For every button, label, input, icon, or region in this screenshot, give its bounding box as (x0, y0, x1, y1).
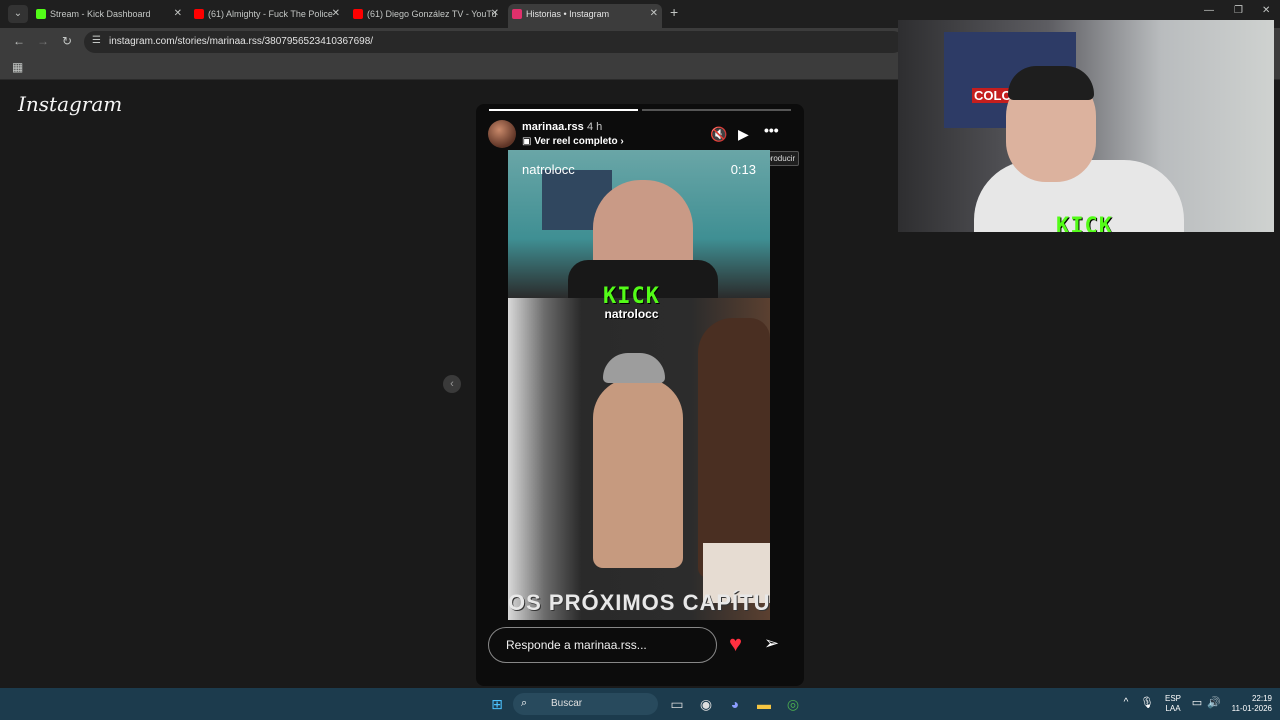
instagram-icon (512, 9, 522, 19)
window-close-icon[interactable]: ✕ (1262, 5, 1270, 16)
webcam-overlay: COLO-C KICK natrolocc (898, 20, 1274, 232)
search-icon: ⌕ (521, 697, 528, 709)
tab-search-icon[interactable]: ⌄ (8, 5, 28, 23)
taskbar-search[interactable]: ⌕ Buscar (513, 693, 658, 715)
keyboard-layout: LAA (1165, 704, 1181, 713)
reel-icon: ▣ (522, 136, 532, 147)
taskbar-search-label: Buscar (551, 698, 583, 709)
discord-icon[interactable]: ◕ (726, 696, 744, 712)
taskbar-clock[interactable]: 22:19 11-01-2026 (1226, 694, 1272, 714)
story-video[interactable]: natrolocc 0:13 KICK natrolocc OS PRÓXIMO… (508, 150, 770, 620)
forward-icon[interactable]: → (35, 34, 51, 48)
clock-date: 11-01-2026 (1231, 704, 1272, 713)
volume-icon[interactable]: 🔊 (1205, 696, 1223, 709)
muted-speaker-icon[interactable]: 🔇 (710, 126, 727, 143)
windows-start-icon[interactable]: ⊞ (488, 696, 506, 713)
youtube-icon (353, 9, 363, 19)
video-bottom-scene (508, 298, 770, 620)
story-progress-segment (642, 109, 791, 111)
language-code: ESP (1164, 694, 1181, 703)
tab-youtube-almighty[interactable]: (61) Almighty - Fuck The Police ✕ (190, 4, 344, 24)
tab-title: Historias • Instagram (526, 9, 610, 19)
close-icon[interactable]: ✕ (332, 4, 340, 24)
site-info-icon[interactable]: ☰ (92, 35, 101, 46)
story-username[interactable]: marinaa.rss (522, 121, 584, 133)
kick-watermark-brand: KICK (603, 284, 660, 309)
close-icon[interactable]: ✕ (174, 4, 182, 24)
obs-icon[interactable]: ◉ (697, 696, 715, 713)
tab-instagram-stories[interactable]: Historias • Instagram ✕ (508, 4, 662, 28)
kick-watermark: KICK natrolocc (603, 284, 660, 321)
close-icon[interactable]: ✕ (650, 4, 658, 24)
clock-time: 22:19 (1251, 694, 1272, 703)
file-explorer-icon[interactable]: ▬ (755, 696, 773, 712)
youtube-icon (194, 9, 204, 19)
task-view-icon[interactable]: ▭ (668, 696, 686, 713)
full-reel-label: Ver reel completo (534, 136, 618, 147)
tray-chevron-up-icon[interactable]: ^ (1117, 697, 1135, 708)
kick-icon (36, 9, 46, 19)
story-viewer: marinaa.rss 4 h ▣ Ver reel completo › 🔇 … (476, 104, 804, 686)
tab-youtube-diego[interactable]: (61) Diego González TV - YouTu ✕ (349, 4, 503, 24)
windows-taskbar: ⊞ ⌕ Buscar ▭ ◉ ◕ ▬ ◎ ^ 🎙 ESP LAA ▭ 🔊 22:… (0, 688, 1280, 720)
instagram-logo[interactable]: Instagram (18, 92, 122, 116)
kick-watermark-brand: KICK (1056, 214, 1113, 233)
tab-title: (61) Almighty - Fuck The Police (208, 9, 333, 19)
previous-story-icon[interactable]: ‹ (443, 375, 461, 393)
story-progress-segment (489, 109, 638, 111)
kick-watermark: KICK natrolocc (1056, 214, 1113, 233)
chevron-right-icon: › (620, 136, 624, 147)
full-reel-link[interactable]: ▣ Ver reel completo › (522, 136, 624, 147)
tab-title: (61) Diego González TV - YouTu (367, 9, 497, 19)
video-subtitle: OS PRÓXIMOS CAPÍTU (508, 590, 770, 615)
back-icon[interactable]: ← (11, 34, 27, 48)
language-indicator[interactable]: ESP LAA (1160, 694, 1186, 714)
maximize-icon[interactable]: ❐ (1234, 5, 1243, 16)
kick-watermark-channel: natrolocc (604, 307, 659, 321)
more-options-icon[interactable]: ••• (764, 122, 779, 138)
reply-input[interactable] (488, 627, 717, 663)
minimize-icon[interactable]: — (1204, 5, 1214, 16)
avatar[interactable] (488, 120, 516, 148)
apps-grid-icon[interactable]: ▦ (12, 60, 23, 74)
video-channel-name: natrolocc (522, 162, 575, 177)
progress-fill (489, 109, 638, 111)
chrome-icon[interactable]: ◎ (784, 696, 802, 713)
url-text[interactable]: instagram.com/stories/marinaa.rss/380795… (109, 36, 373, 47)
microphone-icon[interactable]: 🎙 (1138, 696, 1156, 709)
new-tab-button[interactable]: + (670, 4, 678, 20)
send-icon[interactable]: ➢ (764, 633, 779, 654)
reload-icon[interactable]: ↻ (59, 34, 75, 48)
play-icon[interactable]: ▶ (738, 126, 749, 143)
story-time: 4 h (587, 121, 603, 133)
heart-icon[interactable]: ♥ (729, 631, 742, 657)
tab-kick-dashboard[interactable]: Stream - Kick Dashboard ✕ (32, 4, 186, 24)
omnibox[interactable]: ☰ instagram.com/stories/marinaa.rss/3807… (84, 31, 904, 53)
close-icon[interactable]: ✕ (491, 4, 499, 24)
network-icon[interactable]: ▭ (1188, 696, 1206, 709)
tab-title: Stream - Kick Dashboard (50, 9, 151, 19)
video-timestamp: 0:13 (730, 162, 756, 177)
